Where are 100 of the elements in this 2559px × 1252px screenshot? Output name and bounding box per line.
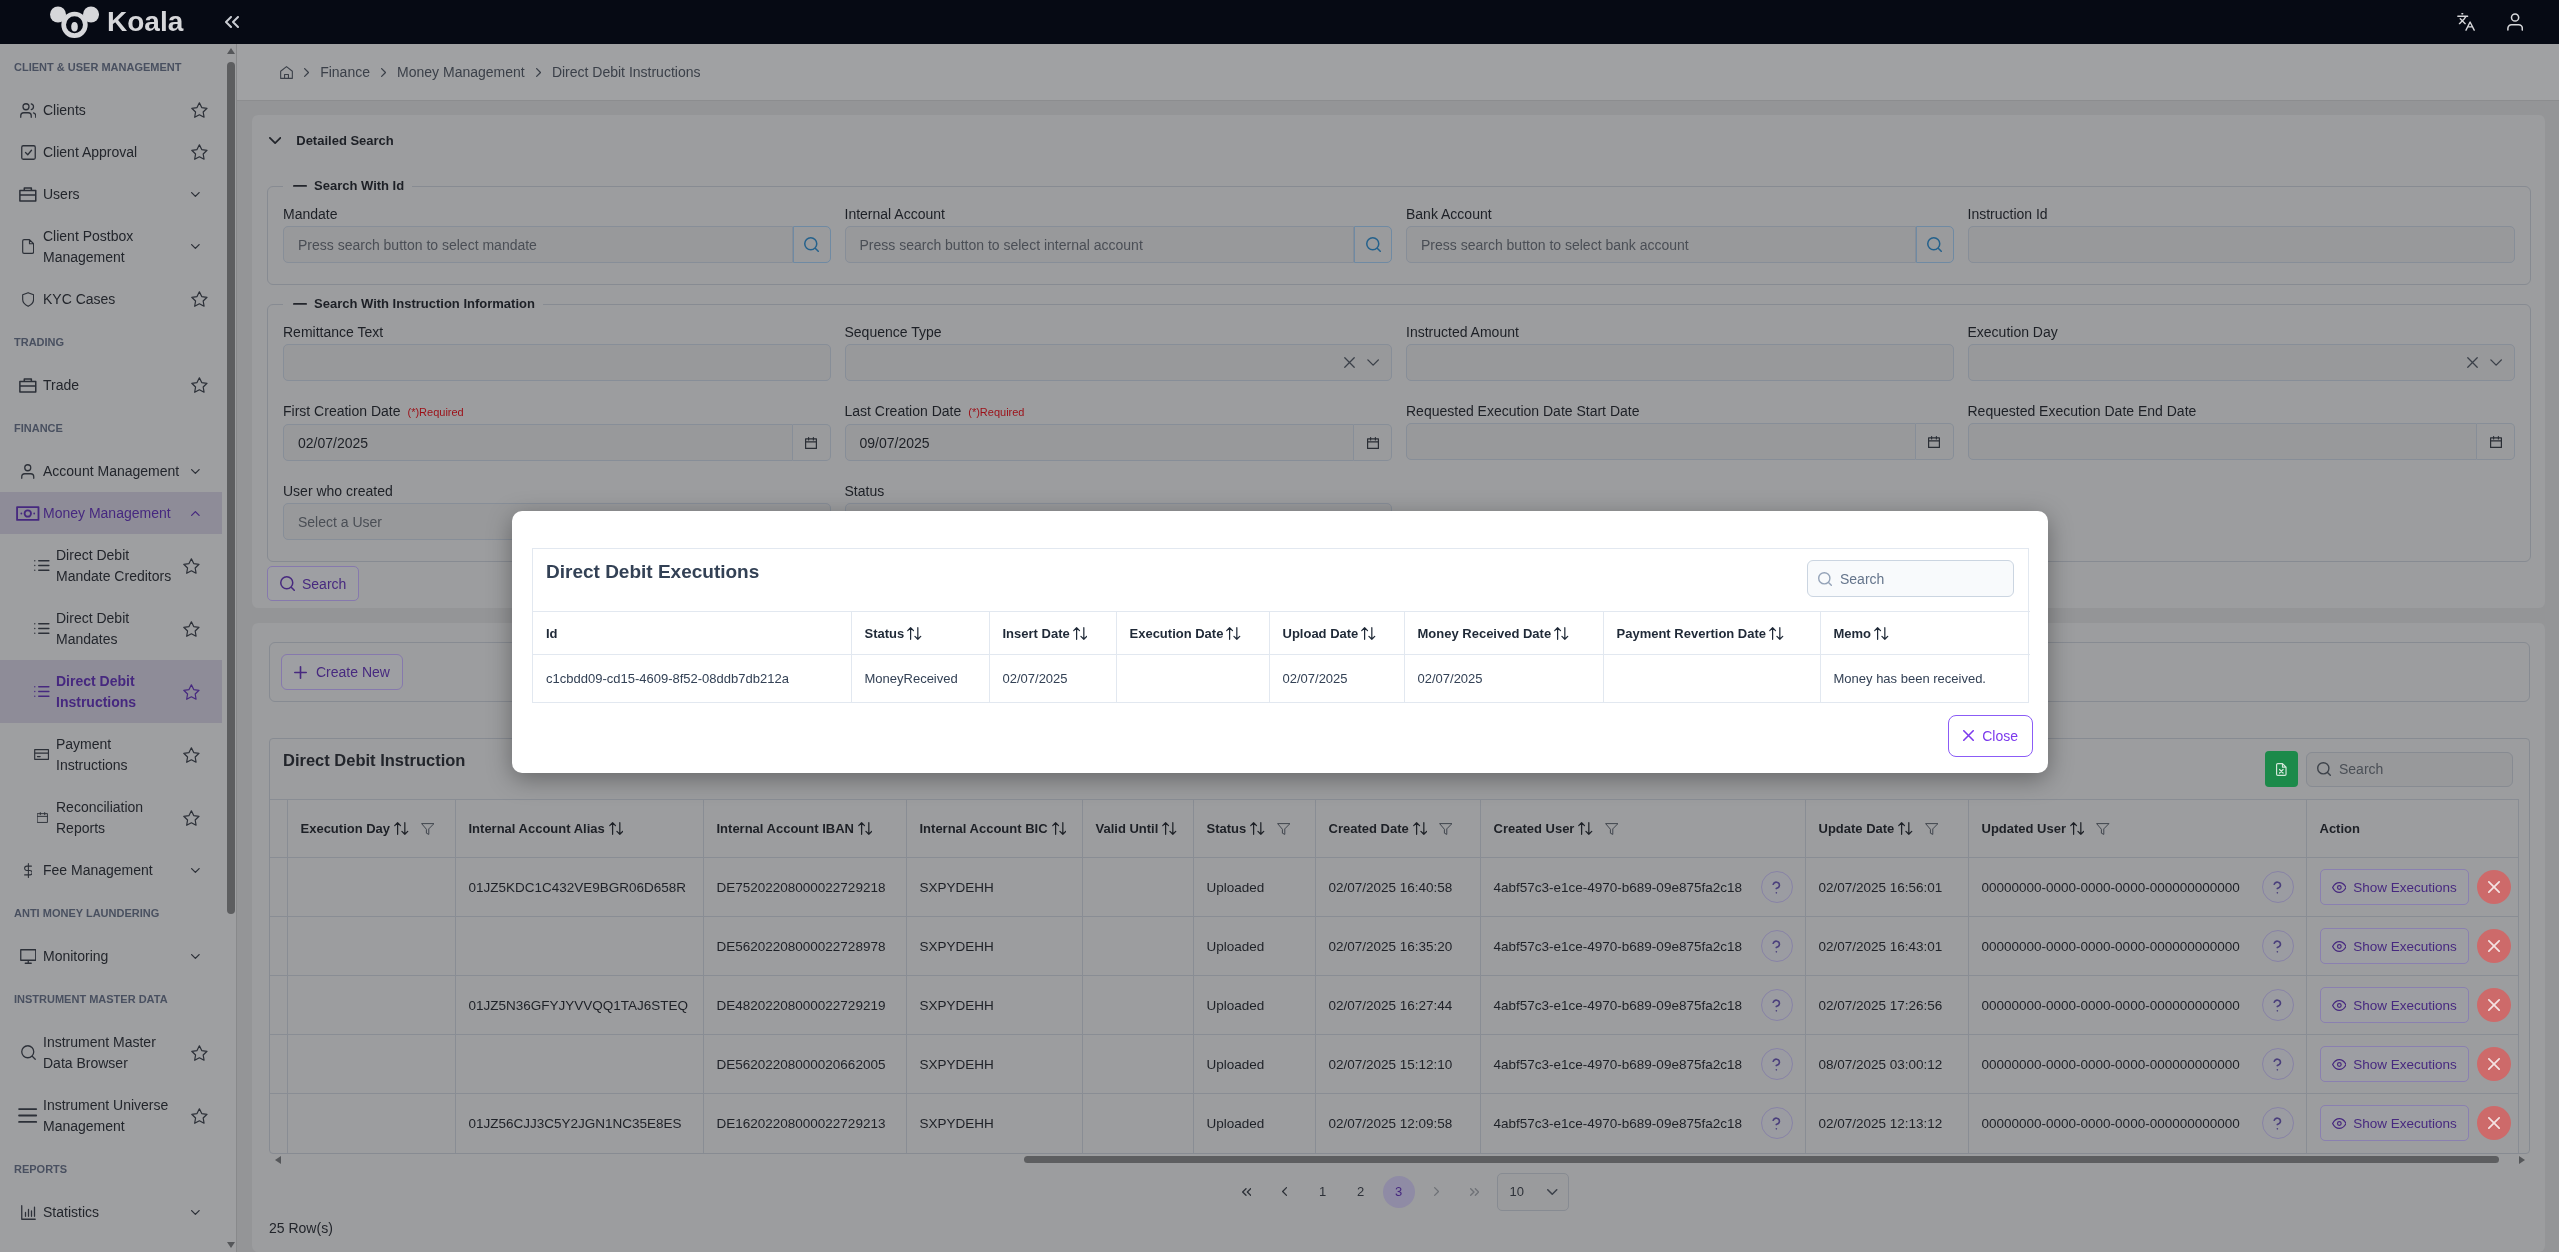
sort-icon[interactable] [394, 822, 409, 835]
select-field[interactable] [1967, 344, 2515, 381]
scroll-right-icon[interactable] [2519, 1155, 2525, 1164]
show-executions-button[interactable]: Show Executions [2319, 869, 2469, 905]
sort-icon[interactable] [1361, 626, 1376, 640]
sort-icon[interactable] [1769, 626, 1784, 640]
input-field[interactable]: Press search button to select internal account [844, 226, 1354, 263]
sort-icon[interactable] [1051, 822, 1067, 835]
chevrons-left-icon[interactable] [225, 16, 240, 28]
sort-icon[interactable] [608, 822, 624, 835]
show-executions-button[interactable]: Show Executions [2319, 928, 2469, 964]
scrollbar-thumb[interactable] [1024, 1156, 2499, 1163]
help-button[interactable] [2261, 1107, 2294, 1140]
help-button[interactable] [1760, 989, 1793, 1021]
breadcrumb-link[interactable]: Finance [320, 64, 370, 80]
sidebar-item[interactable]: Monitoring [0, 935, 222, 977]
date-field[interactable]: 02/07/2025 [283, 424, 793, 461]
sidebar-item[interactable]: Direct Debit Mandates [0, 597, 222, 660]
star-icon[interactable] [191, 144, 208, 160]
help-button[interactable] [2261, 930, 2294, 962]
help-button[interactable] [1760, 930, 1793, 962]
star-icon[interactable] [183, 746, 200, 763]
sort-icon[interactable] [1578, 822, 1593, 835]
delete-button[interactable] [2476, 988, 2511, 1022]
sort-icon[interactable] [1226, 626, 1241, 640]
sidebar-item[interactable]: Direct Debit Mandate Creditors [0, 534, 222, 597]
scroll-left-icon[interactable] [275, 1155, 281, 1164]
sort-icon[interactable] [907, 626, 922, 640]
show-executions-button[interactable]: Show Executions [2319, 1046, 2469, 1082]
close-button[interactable]: Close [1948, 714, 2033, 757]
home-icon[interactable] [280, 65, 293, 79]
sidebar-item[interactable]: Money Management [0, 492, 222, 534]
chevron-down-icon[interactable] [269, 136, 282, 144]
sort-icon[interactable] [1874, 626, 1889, 640]
delete-button[interactable] [2476, 1047, 2511, 1081]
help-button[interactable] [2261, 989, 2294, 1021]
x-icon[interactable] [1343, 357, 1355, 368]
sidebar-item[interactable]: Fee Management [0, 849, 222, 891]
sort-icon[interactable] [858, 822, 873, 835]
search-field[interactable]: Search [2306, 751, 2513, 787]
search-button[interactable] [792, 226, 831, 263]
sort-icon[interactable] [1412, 822, 1428, 835]
funnel-icon[interactable] [420, 822, 434, 835]
help-button[interactable] [2261, 1048, 2294, 1080]
star-icon[interactable] [183, 620, 200, 637]
sidebar-item[interactable]: Users [0, 173, 222, 215]
calendar-button[interactable] [1915, 423, 1954, 460]
delete-button[interactable] [2476, 870, 2511, 904]
minus-icon[interactable] [293, 303, 307, 305]
page-button[interactable]: 2 [1344, 1175, 1377, 1208]
scrollbar-thumb[interactable] [226, 62, 235, 914]
funnel-icon[interactable] [2096, 822, 2110, 835]
sidebar-item[interactable]: Account Management [0, 450, 222, 492]
user-icon[interactable] [2506, 13, 2523, 31]
search-button[interactable] [1915, 226, 1954, 263]
sidebar-item[interactable]: Direct Debit Instructions [0, 660, 222, 723]
star-icon[interactable] [191, 377, 208, 393]
export-button[interactable] [2265, 751, 2298, 787]
help-button[interactable] [1760, 1048, 1793, 1080]
funnel-icon[interactable] [1604, 822, 1619, 835]
star-icon[interactable] [183, 809, 200, 826]
breadcrumb-link[interactable]: Money Management [397, 64, 525, 80]
delete-button[interactable] [2476, 929, 2511, 963]
sidebar-item[interactable]: Clients [0, 89, 222, 131]
minus-icon[interactable] [293, 185, 307, 187]
sort-icon[interactable] [2070, 822, 2085, 835]
search-button[interactable]: Search [267, 566, 360, 601]
calendar-button[interactable] [2477, 423, 2515, 460]
sidebar-item[interactable]: Trade [0, 364, 222, 406]
sidebar-item[interactable]: Instrument Universe Management [0, 1084, 222, 1147]
star-icon[interactable] [191, 102, 208, 118]
star-icon[interactable] [191, 291, 208, 307]
calendar-button[interactable] [1354, 424, 1392, 461]
show-executions-button[interactable]: Show Executions [2319, 987, 2469, 1023]
calendar-button[interactable] [792, 424, 831, 461]
sidebar-item[interactable]: Instrument Master Data Browser [0, 1021, 222, 1084]
sidebar-item[interactable]: Reconciliation Reports [0, 786, 222, 849]
date-field[interactable]: 09/07/2025 [844, 424, 1354, 461]
funnel-icon[interactable] [1439, 822, 1453, 835]
sort-icon[interactable] [1250, 822, 1265, 835]
scroll-up-icon[interactable] [226, 48, 235, 54]
star-icon[interactable] [191, 1044, 208, 1061]
input-field[interactable]: Press search button to select mandate [283, 226, 793, 263]
sort-icon[interactable] [1898, 822, 1913, 835]
translate-icon[interactable] [2456, 13, 2475, 31]
search-button[interactable] [1354, 226, 1392, 263]
help-button[interactable] [1760, 871, 1793, 903]
sidebar-item[interactable]: Client Postbox Management [0, 215, 222, 278]
star-icon[interactable] [183, 557, 200, 574]
x-icon[interactable] [2466, 357, 2478, 368]
show-executions-button[interactable]: Show Executions [2319, 1105, 2469, 1142]
page-button[interactable]: 3 [1382, 1175, 1415, 1208]
delete-button[interactable] [2476, 1106, 2511, 1141]
funnel-icon[interactable] [1924, 822, 1938, 835]
page-size-select[interactable]: 10 [1496, 1172, 1569, 1211]
sidebar-item[interactable]: Client Approval [0, 131, 222, 173]
page-button[interactable]: 1 [1306, 1175, 1339, 1208]
input-field[interactable]: Press search button to select bank account [1406, 226, 1916, 263]
sort-icon[interactable] [1162, 822, 1177, 835]
help-button[interactable] [1760, 1107, 1793, 1140]
